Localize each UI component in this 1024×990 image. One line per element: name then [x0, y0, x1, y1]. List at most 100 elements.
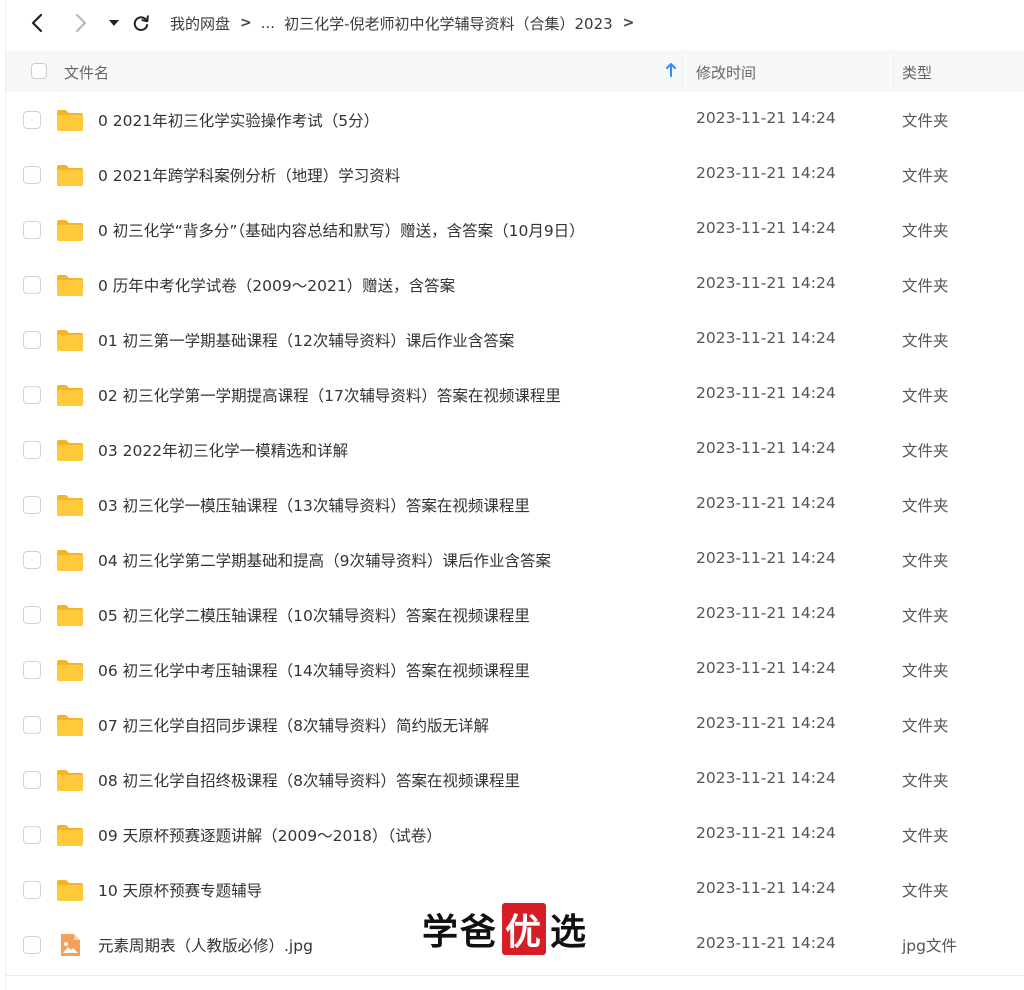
- table-row[interactable]: 02 初三化学第一学期提高课程（17次辅导资料）答案在视频课程里 2023-11-…: [6, 367, 1024, 422]
- file-modified: 2023-11-21 14:24: [696, 439, 836, 457]
- breadcrumb-current[interactable]: 初三化学-倪老师初中化学辅导资料（合集）2023: [284, 13, 613, 34]
- breadcrumb-root[interactable]: 我的网盘: [170, 13, 230, 34]
- row-checkbox[interactable]: [23, 881, 41, 899]
- watermark-text: 选: [550, 912, 589, 953]
- file-name[interactable]: 0 2021年初三化学实验操作考试（5分）: [98, 109, 379, 131]
- file-modified: 2023-11-21 14:24: [696, 109, 836, 127]
- file-type: 文件夹: [902, 827, 949, 845]
- row-checkbox[interactable]: [23, 276, 41, 294]
- history-dropdown-button[interactable]: [104, 8, 124, 38]
- table-row[interactable]: 05 初三化学二模压轴课程（10次辅导资料）答案在视频课程里 2023-11-21…: [6, 587, 1024, 642]
- row-checkbox[interactable]: [23, 551, 41, 569]
- file-type: jpg文件: [902, 937, 957, 955]
- table-header: 文件名 修改时间 类型: [6, 50, 1024, 92]
- table-row[interactable]: 0 2021年跨学科案例分析（地理）学习资料 2023-11-21 14:24 文件…: [6, 147, 1024, 202]
- row-checkbox[interactable]: [23, 936, 41, 954]
- file-modified: 2023-11-21 14:24: [696, 494, 836, 512]
- file-name[interactable]: 09 天原杯预赛逐题讲解（2009～2018）（试卷）: [98, 824, 442, 846]
- folder-icon: [56, 878, 84, 902]
- file-type: 文件夹: [902, 277, 949, 295]
- file-type: 文件夹: [902, 387, 949, 405]
- row-checkbox[interactable]: [23, 166, 41, 184]
- table-row[interactable]: 03 2022年初三化学一模精选和详解 2023-11-21 14:24 文件夹: [6, 422, 1024, 477]
- watermark-logo: 学爸优选: [422, 903, 589, 955]
- column-header-type[interactable]: 类型: [902, 62, 932, 83]
- file-name[interactable]: 01 初三第一学期基础课程（12次辅导资料）课后作业含答案: [98, 329, 514, 351]
- file-type: 文件夹: [902, 607, 949, 625]
- folder-icon: [56, 218, 84, 242]
- file-name[interactable]: 0 初三化学“背多分”（基础内容总结和默写）赠送，含答案（10月9日）: [98, 219, 585, 241]
- table-row[interactable]: 07 初三化学自招同步课程（8次辅导资料）简约版无详解 2023-11-21 14…: [6, 697, 1024, 752]
- sort-ascending-icon[interactable]: [665, 62, 677, 82]
- watermark-highlight: 优: [502, 903, 547, 955]
- select-all-checkbox[interactable]: [31, 63, 47, 79]
- table-row[interactable]: 0 历年中考化学试卷（2009～2021）赠送，含答案 2023-11-21 14…: [6, 257, 1024, 312]
- row-checkbox[interactable]: [23, 771, 41, 789]
- back-button[interactable]: [22, 8, 52, 38]
- file-type: 文件夹: [902, 332, 949, 350]
- folder-icon: [56, 163, 84, 187]
- row-checkbox[interactable]: [23, 606, 41, 624]
- file-type: 文件夹: [902, 442, 949, 460]
- file-name[interactable]: 05 初三化学二模压轴课程（10次辅导资料）答案在视频课程里: [98, 604, 530, 626]
- row-checkbox[interactable]: [23, 386, 41, 404]
- folder-icon: [56, 383, 84, 407]
- row-checkbox[interactable]: [23, 221, 41, 239]
- refresh-button[interactable]: [126, 8, 156, 38]
- folder-icon: [56, 273, 84, 297]
- folder-icon: [56, 438, 84, 462]
- file-name[interactable]: 02 初三化学第一学期提高课程（17次辅导资料）答案在视频课程里: [98, 384, 561, 406]
- file-type: 文件夹: [902, 222, 949, 240]
- table-row[interactable]: 03 初三化学一模压轴课程（13次辅导资料）答案在视频课程里 2023-11-21…: [6, 477, 1024, 532]
- file-modified: 2023-11-21 14:24: [696, 549, 836, 567]
- watermark-text: 学爸: [422, 912, 499, 953]
- row-checkbox[interactable]: [23, 111, 41, 129]
- folder-icon: [56, 548, 84, 572]
- file-name[interactable]: 03 初三化学一模压轴课程（13次辅导资料）答案在视频课程里: [98, 494, 530, 516]
- file-name[interactable]: 04 初三化学第二学期基础和提高（9次辅导资料）课后作业含答案: [98, 549, 551, 571]
- row-checkbox[interactable]: [23, 716, 41, 734]
- breadcrumb-expand-icon[interactable]: >: [623, 15, 635, 31]
- column-divider[interactable]: [890, 50, 891, 92]
- table-row[interactable]: 09 天原杯预赛逐题讲解（2009～2018）（试卷） 2023-11-21 14…: [6, 807, 1024, 862]
- table-row[interactable]: 04 初三化学第二学期基础和提高（9次辅导资料）课后作业含答案 2023-11-2…: [6, 532, 1024, 587]
- table-row[interactable]: 08 初三化学自招终极课程（8次辅导资料）答案在视频课程里 2023-11-21 …: [6, 752, 1024, 807]
- table-row[interactable]: 06 初三化学中考压轴课程（14次辅导资料）答案在视频课程里 2023-11-21…: [6, 642, 1024, 697]
- table-row[interactable]: 0 初三化学“背多分”（基础内容总结和默写）赠送，含答案（10月9日） 2023-…: [6, 202, 1024, 257]
- row-checkbox[interactable]: [23, 826, 41, 844]
- file-name[interactable]: 元素周期表（人教版必修）.jpg: [98, 934, 313, 956]
- file-name[interactable]: 03 2022年初三化学一模精选和详解: [98, 439, 348, 461]
- row-checkbox[interactable]: [23, 441, 41, 459]
- file-name[interactable]: 0 2021年跨学科案例分析（地理）学习资料: [98, 164, 400, 186]
- breadcrumb-ellipsis[interactable]: ...: [261, 14, 275, 32]
- refresh-icon: [133, 15, 149, 31]
- file-name[interactable]: 0 历年中考化学试卷（2009～2021）赠送，含答案: [98, 274, 455, 296]
- file-browser: 我的网盘 > ... ​ 初三化学-倪老师初中化学辅导资料（合集）2023 > …: [5, 0, 1024, 990]
- file-modified: 2023-11-21 14:24: [696, 934, 836, 952]
- column-divider[interactable]: [685, 50, 686, 92]
- folder-icon: [56, 658, 84, 682]
- file-modified: 2023-11-21 14:24: [696, 164, 836, 182]
- chevron-left-icon: [31, 13, 43, 33]
- breadcrumb-separator-icon: >: [240, 15, 252, 31]
- column-header-modified[interactable]: 修改时间: [696, 62, 756, 83]
- folder-icon: [56, 603, 84, 627]
- folder-icon: [56, 108, 84, 132]
- folder-icon: [56, 493, 84, 517]
- row-checkbox[interactable]: [23, 661, 41, 679]
- forward-button[interactable]: [66, 8, 96, 38]
- folder-icon: [56, 768, 84, 792]
- table-row[interactable]: 01 初三第一学期基础课程（12次辅导资料）课后作业含答案 2023-11-21 …: [6, 312, 1024, 367]
- row-checkbox[interactable]: [23, 496, 41, 514]
- file-name[interactable]: 08 初三化学自招终极课程（8次辅导资料）答案在视频课程里: [98, 769, 520, 791]
- row-checkbox[interactable]: [23, 331, 41, 349]
- column-header-name[interactable]: 文件名: [64, 62, 109, 83]
- divider: [6, 975, 1024, 976]
- file-name[interactable]: 06 初三化学中考压轴课程（14次辅导资料）答案在视频课程里: [98, 659, 530, 681]
- table-row[interactable]: 0 2021年初三化学实验操作考试（5分） 2023-11-21 14:24 文件夹: [6, 92, 1024, 147]
- file-name[interactable]: 10 天原杯预赛专题辅导: [98, 879, 262, 901]
- file-type: 文件夹: [902, 112, 949, 130]
- file-type: 文件夹: [902, 882, 949, 900]
- file-name[interactable]: 07 初三化学自招同步课程（8次辅导资料）简约版无详解: [98, 714, 489, 736]
- navigation-bar: 我的网盘 > ... ​ 初三化学-倪老师初中化学辅导资料（合集）2023 >: [6, 0, 1024, 46]
